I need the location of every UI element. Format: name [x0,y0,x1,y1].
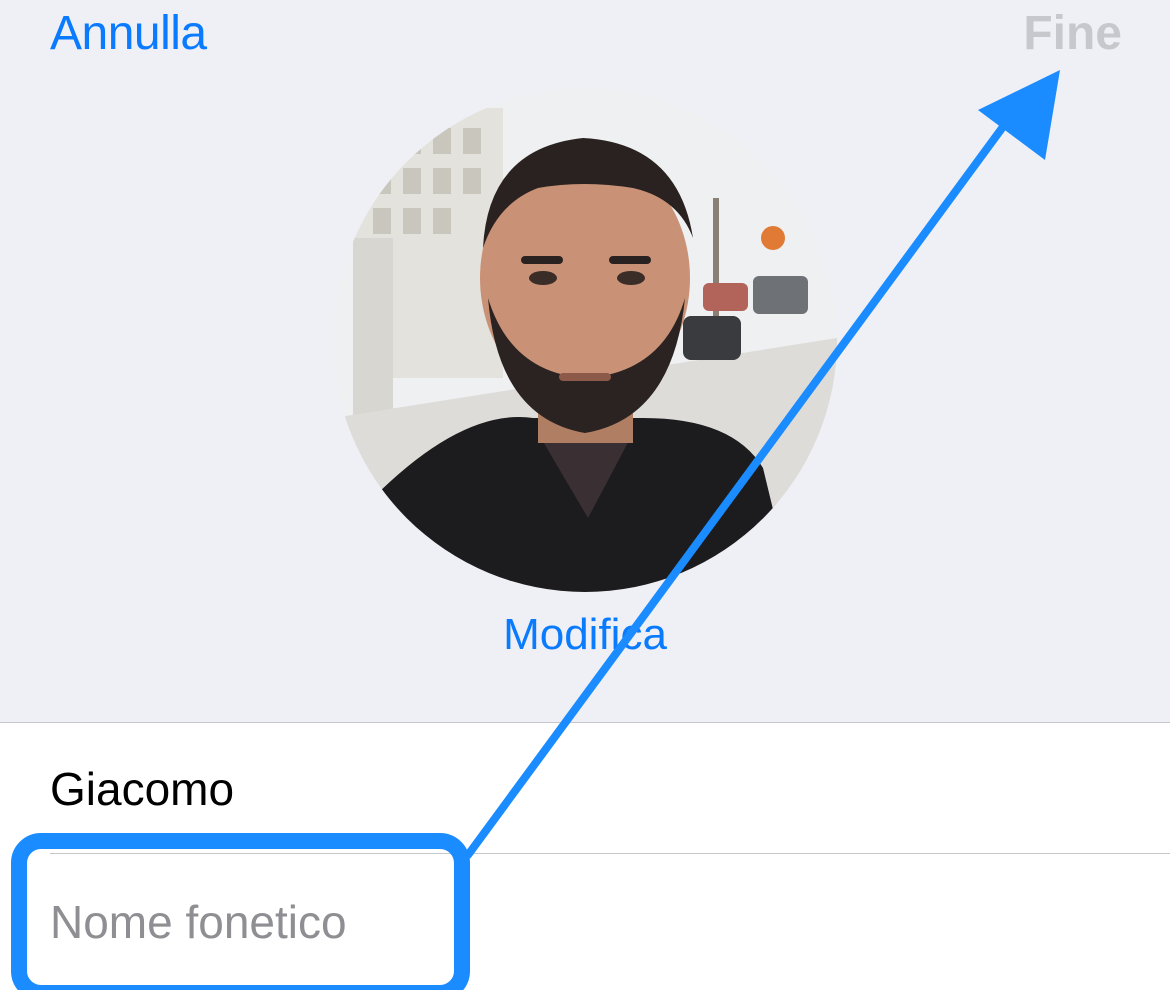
field-divider [50,853,1170,854]
phonetic-name-field[interactable]: Nome fonetico [50,895,347,949]
contact-photo-image [333,88,837,592]
contact-photo[interactable] [333,88,837,592]
contact-header: Annulla Fine Modifica [0,0,1170,722]
edit-contact-screen: Annulla Fine Modifica Giacomo Nome fonet… [0,0,1170,990]
first-name-field[interactable]: Giacomo [50,762,234,816]
edit-photo-button[interactable]: Modifica [0,610,1170,660]
cancel-button[interactable]: Annulla [50,6,207,61]
done-button[interactable]: Fine [1023,6,1122,61]
